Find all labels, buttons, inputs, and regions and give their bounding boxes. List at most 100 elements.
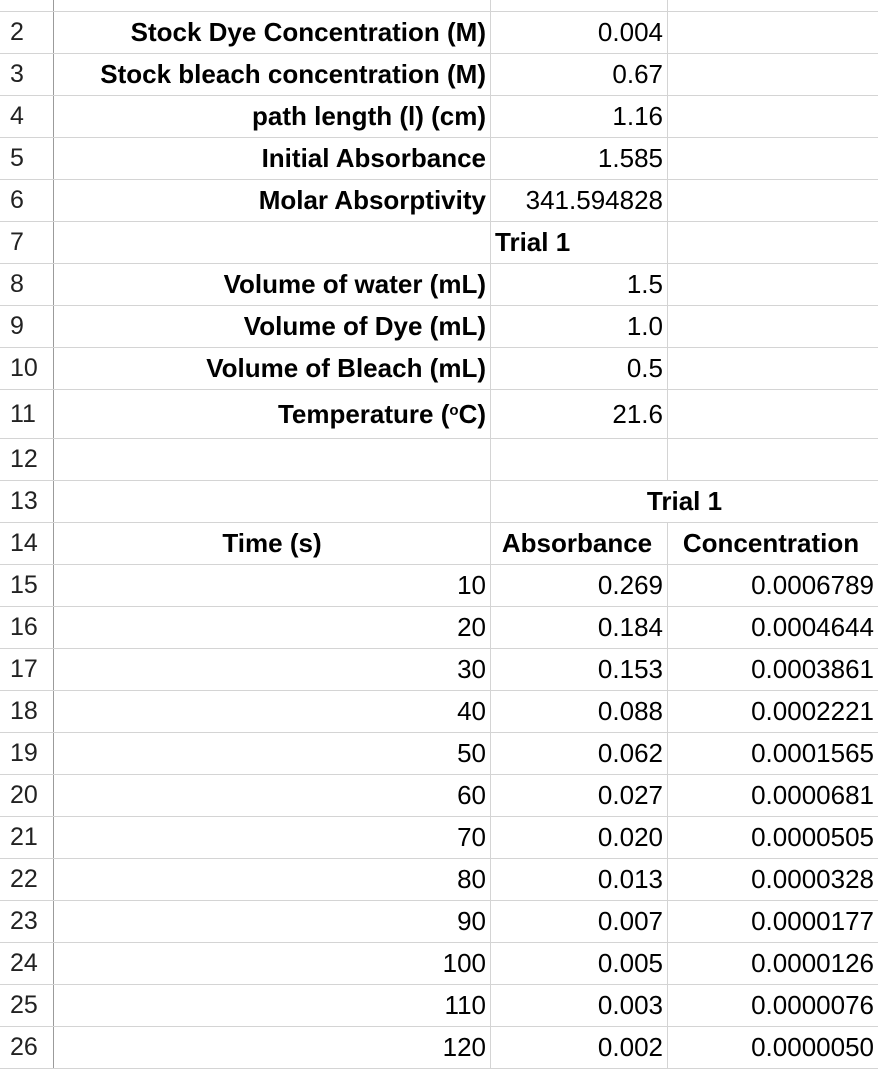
cell[interactable]	[668, 180, 878, 221]
param-value-cell[interactable]: 0.004	[491, 12, 668, 53]
param-value-cell[interactable]: 0.67	[491, 54, 668, 95]
cell[interactable]	[668, 390, 878, 438]
time-cell[interactable]: 30	[54, 649, 491, 690]
row-header[interactable]: 17	[0, 649, 54, 690]
row-header[interactable]: 11	[0, 390, 54, 438]
concentration-cell[interactable]: 0.0003861	[668, 649, 878, 690]
row-header[interactable]: 26	[0, 1027, 54, 1068]
row-header[interactable]: 19	[0, 733, 54, 774]
time-cell[interactable]: 50	[54, 733, 491, 774]
time-cell[interactable]: 60	[54, 775, 491, 816]
concentration-cell[interactable]: 0.0000050	[668, 1027, 878, 1068]
cell[interactable]	[54, 439, 491, 480]
volume-label-cell[interactable]: Volume of Bleach (mL)	[54, 348, 491, 389]
cell[interactable]	[668, 96, 878, 137]
volume-label-cell[interactable]: Volume of water (mL)	[54, 264, 491, 305]
cell[interactable]	[668, 54, 878, 95]
param-label-cell[interactable]: Molar Absorptivity	[54, 180, 491, 221]
cell[interactable]	[491, 0, 668, 11]
row-header[interactable]: 18	[0, 691, 54, 732]
volume-label-cell[interactable]: Volume of Dye (mL)	[54, 306, 491, 347]
param-value-cell[interactable]: 1.16	[491, 96, 668, 137]
cell[interactable]	[54, 0, 491, 11]
time-cell[interactable]: 10	[54, 565, 491, 606]
cell[interactable]	[668, 264, 878, 305]
concentration-header-cell[interactable]: Concentration	[668, 523, 878, 564]
row-header[interactable]: 23	[0, 901, 54, 942]
row-header[interactable]: 10	[0, 348, 54, 389]
cell[interactable]	[668, 348, 878, 389]
row-header[interactable]: 7	[0, 222, 54, 263]
absorbance-cell[interactable]: 0.269	[491, 565, 668, 606]
param-label-cell[interactable]: Stock Dye Concentration (M)	[54, 12, 491, 53]
concentration-cell[interactable]: 0.0004644	[668, 607, 878, 648]
row-header[interactable]: 12	[0, 439, 54, 480]
time-cell[interactable]: 70	[54, 817, 491, 858]
absorbance-cell[interactable]: 0.002	[491, 1027, 668, 1068]
row-header[interactable]: 8	[0, 264, 54, 305]
concentration-cell[interactable]: 0.0000076	[668, 985, 878, 1026]
time-header-cell[interactable]: Time (s)	[54, 523, 491, 564]
concentration-cell[interactable]: 0.0000328	[668, 859, 878, 900]
param-value-cell[interactable]: 1.585	[491, 138, 668, 179]
absorbance-cell[interactable]: 0.088	[491, 691, 668, 732]
row-header[interactable]: 2	[0, 12, 54, 53]
cell[interactable]	[668, 138, 878, 179]
row-header[interactable]: 3	[0, 54, 54, 95]
row-header[interactable]: 22	[0, 859, 54, 900]
volume-value-cell[interactable]: 1.5	[491, 264, 668, 305]
concentration-cell[interactable]: 0.0006789	[668, 565, 878, 606]
concentration-cell[interactable]: 0.0000681	[668, 775, 878, 816]
absorbance-cell[interactable]: 0.062	[491, 733, 668, 774]
absorbance-cell[interactable]: 0.003	[491, 985, 668, 1026]
row-header[interactable]: 15	[0, 565, 54, 606]
param-value-cell[interactable]: 341.594828	[491, 180, 668, 221]
param-label-cell[interactable]: Stock bleach concentration (M)	[54, 54, 491, 95]
row-header[interactable]: 4	[0, 96, 54, 137]
time-cell[interactable]: 120	[54, 1027, 491, 1068]
trial-heading-cell[interactable]: Trial 1	[491, 222, 668, 263]
temperature-value-cell[interactable]: 21.6	[491, 390, 668, 438]
cell[interactable]	[668, 0, 878, 11]
time-cell[interactable]: 80	[54, 859, 491, 900]
cell[interactable]	[668, 12, 878, 53]
concentration-cell[interactable]: 0.0000177	[668, 901, 878, 942]
absorbance-cell[interactable]: 0.027	[491, 775, 668, 816]
time-cell[interactable]: 20	[54, 607, 491, 648]
absorbance-cell[interactable]: 0.013	[491, 859, 668, 900]
row-header[interactable]: 21	[0, 817, 54, 858]
temperature-label-cell[interactable]: Temperature (o C)	[54, 390, 491, 438]
param-label-cell[interactable]: Initial Absorbance	[54, 138, 491, 179]
row-header[interactable]: 6	[0, 180, 54, 221]
row-header[interactable]: 16	[0, 607, 54, 648]
absorbance-cell[interactable]: 0.007	[491, 901, 668, 942]
cell[interactable]	[491, 439, 668, 480]
cell[interactable]	[668, 439, 878, 480]
row-header[interactable]: 25	[0, 985, 54, 1026]
cell[interactable]	[54, 222, 491, 263]
row-header[interactable]: 20	[0, 775, 54, 816]
table-trial-heading-cell[interactable]: Trial 1	[491, 481, 878, 522]
absorbance-cell[interactable]: 0.005	[491, 943, 668, 984]
cell[interactable]	[54, 481, 491, 522]
absorbance-cell[interactable]: 0.020	[491, 817, 668, 858]
param-label-cell[interactable]: path length (l) (cm)	[54, 96, 491, 137]
concentration-cell[interactable]: 0.0000505	[668, 817, 878, 858]
row-header[interactable]: 14	[0, 523, 54, 564]
volume-value-cell[interactable]: 1.0	[491, 306, 668, 347]
row-header[interactable]: 9	[0, 306, 54, 347]
concentration-cell[interactable]: 0.0001565	[668, 733, 878, 774]
absorbance-cell[interactable]: 0.184	[491, 607, 668, 648]
concentration-cell[interactable]: 0.0000126	[668, 943, 878, 984]
concentration-cell[interactable]: 0.0002221	[668, 691, 878, 732]
volume-value-cell[interactable]: 0.5	[491, 348, 668, 389]
row-header[interactable]: 24	[0, 943, 54, 984]
row-header[interactable]: 1	[0, 0, 54, 11]
absorbance-header-cell[interactable]: Absorbance	[491, 523, 668, 564]
cell[interactable]	[668, 222, 878, 263]
time-cell[interactable]: 90	[54, 901, 491, 942]
cell[interactable]	[668, 306, 878, 347]
time-cell[interactable]: 110	[54, 985, 491, 1026]
time-cell[interactable]: 100	[54, 943, 491, 984]
absorbance-cell[interactable]: 0.153	[491, 649, 668, 690]
